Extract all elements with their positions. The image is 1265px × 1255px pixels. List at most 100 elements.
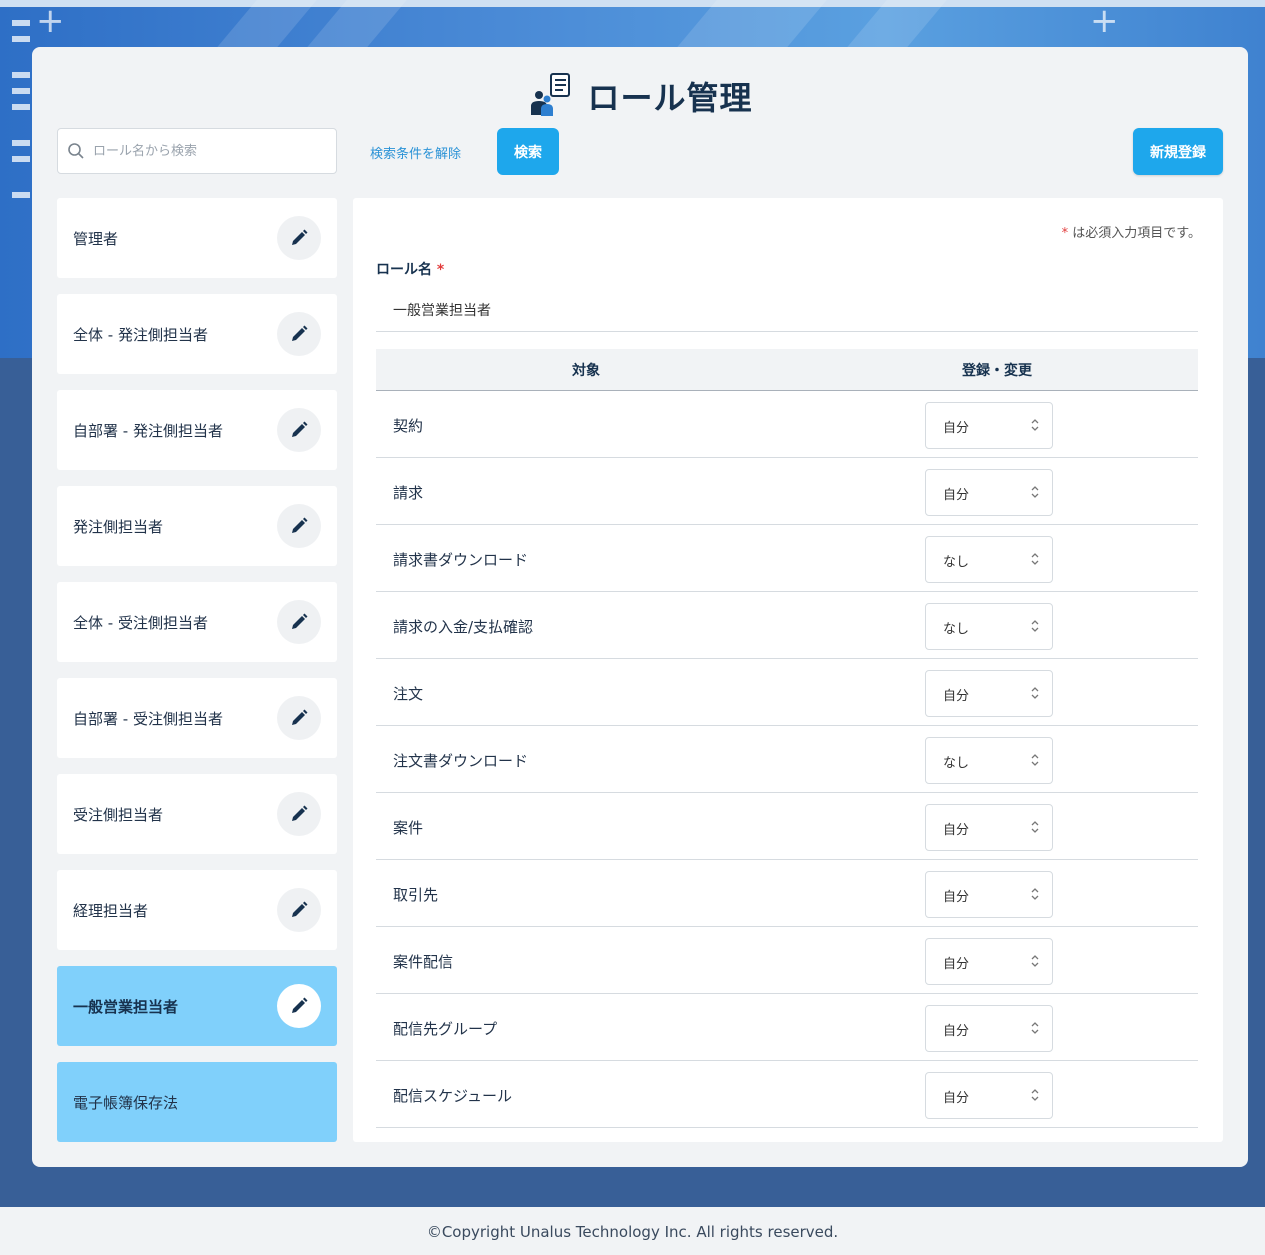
permission-select-value: 自分 [943,957,970,972]
row-target-label: 注文書ダウンロード [393,752,529,770]
copyright-text: ©Copyright Unalus Technology Inc. All ri… [426,1223,839,1241]
updown-chevron-icon [1030,484,1040,504]
pencil-icon [292,901,308,917]
edit-role-button[interactable] [277,792,321,836]
role-item-label: 経理担当者 [73,901,149,920]
table-row: 注文書ダウンロード なし [376,726,1198,793]
edit-role-button[interactable] [277,216,321,260]
row-target-label: 請求の入金/支払確認 [393,618,534,636]
table-row: 注文 自分 [376,659,1198,726]
permission-select[interactable]: 自分 [925,871,1053,918]
role-list: 管理者全体 - 発注側担当者 自部署 - 発注側担当者発注側担当者全体 - 受注側… [57,198,337,1158]
role-name-field[interactable]: 一般営業担当者 [376,289,1198,332]
permission-select[interactable]: 自分 [925,804,1053,851]
role-item[interactable]: 自部署 - 受注側担当者 [57,678,337,758]
table-row: 契約 自分 [376,391,1198,458]
role-item-label: 自部署 - 受注側担当者 [73,709,223,728]
decor-bar [12,192,30,198]
permission-select[interactable]: 自分 [925,1072,1053,1119]
role-name-label-text: ロール名 [376,262,432,278]
edit-role-button[interactable] [277,504,321,548]
pencil-icon [292,805,308,821]
permission-select[interactable]: 自分 [925,469,1053,516]
permission-select-value: 自分 [943,689,970,704]
updown-chevron-icon [1030,752,1040,772]
required-note: * は必須入力項目です。 [1062,222,1201,241]
edit-role-button[interactable] [277,696,321,740]
permission-select[interactable]: なし [925,536,1053,583]
row-target-label: 注文 [393,685,424,703]
role-item[interactable]: 全体 - 発注側担当者 [57,294,337,374]
search-icon [68,143,84,159]
role-item-label: 全体 - 受注側担当者 [73,613,208,632]
permission-select-value: 自分 [943,488,970,503]
required-mark: * [1061,226,1069,241]
table-row: 請求 自分 [376,458,1198,525]
edit-role-button[interactable] [277,888,321,932]
permission-select[interactable]: 自分 [925,402,1053,449]
decor-bar [12,104,30,110]
permission-select-value: なし [943,555,970,570]
role-name-label: ロール名 * [376,259,444,279]
row-target-label: 契約 [393,417,424,435]
pencil-icon [292,229,308,245]
role-item[interactable]: 発注側担当者 [57,486,337,566]
permission-select[interactable]: 自分 [925,938,1053,985]
pencil-icon [292,613,308,629]
column-header-permission: 登録・変更 [962,363,1032,379]
updown-chevron-icon [1030,1087,1040,1107]
pencil-icon [292,421,308,437]
new-role-button[interactable]: 新規登録 [1133,128,1223,175]
role-item-label: 自部署 - 発注側担当者 [73,421,223,440]
permission-select-value: 自分 [943,421,970,436]
permission-select-value: なし [943,622,970,637]
role-item[interactable]: 経理担当者 [57,870,337,950]
edit-role-button[interactable] [277,312,321,356]
required-note-text: は必須入力項目です。 [1072,226,1201,241]
role-item[interactable]: 受注側担当者 [57,774,337,854]
role-item[interactable]: 一般営業担当者 [57,966,337,1046]
role-item-label: 電子帳簿保存法 [73,1093,179,1112]
permission-select[interactable]: なし [925,737,1053,784]
search-box[interactable] [57,128,337,174]
role-item[interactable]: 自部署 - 発注側担当者 [57,390,337,470]
clear-search-link[interactable]: 検索条件を解除 [370,143,461,162]
search-button[interactable]: 検索 [497,128,559,175]
role-detail-panel: * は必須入力項目です。 ロール名 * 一般営業担当者 対象 登録・変更 契約自… [353,198,1223,1142]
row-target-label: 案件配信 [393,953,454,971]
row-target-label: 配信先グループ [393,1020,498,1038]
top-strip [0,0,1265,7]
search-input[interactable] [91,142,325,160]
table-row: 配信先グループ 自分 [376,994,1198,1061]
row-target-label: 請求書ダウンロード [393,551,529,569]
decor-bar [12,156,30,162]
edit-role-button[interactable] [277,408,321,452]
pencil-icon [292,517,308,533]
permission-select[interactable]: 自分 [925,670,1053,717]
main-card: ロール管理 検索条件を解除 検索 新規登録 管理者全体 - 発注側担当者自部署 … [32,47,1248,1167]
role-item-label: 一般営業担当者 [73,997,179,1016]
permission-select[interactable]: 自分 [925,1005,1053,1052]
table-row: 配信スケジュール 自分 [376,1061,1198,1128]
decor-bar [12,140,30,146]
edit-role-button[interactable] [277,600,321,644]
required-mark: * [436,262,445,278]
row-target-label: 案件 [393,819,424,837]
permission-select[interactable]: なし [925,603,1053,650]
decor-bar [12,20,30,26]
footer: ©Copyright Unalus Technology Inc. All ri… [0,1207,1265,1255]
role-name-value: 一般営業担当者 [393,303,491,319]
edit-role-button[interactable] [277,984,321,1028]
role-item[interactable]: 電子帳簿保存法 [57,1062,337,1142]
decor-bar [12,36,30,42]
role-item-label: 管理者 [73,229,119,248]
role-item[interactable]: 全体 - 受注側担当者 [57,582,337,662]
role-item-label: 全体 - 発注側担当者 [73,325,208,344]
updown-chevron-icon [1030,886,1040,906]
updown-chevron-icon [1030,685,1040,705]
role-item[interactable]: 管理者 [57,198,337,278]
permission-select-value: 自分 [943,1091,970,1106]
page-title: ロール管理 [587,79,753,117]
permission-select-value: 自分 [943,1024,970,1039]
row-target-label: 配信スケジュール [393,1087,512,1105]
